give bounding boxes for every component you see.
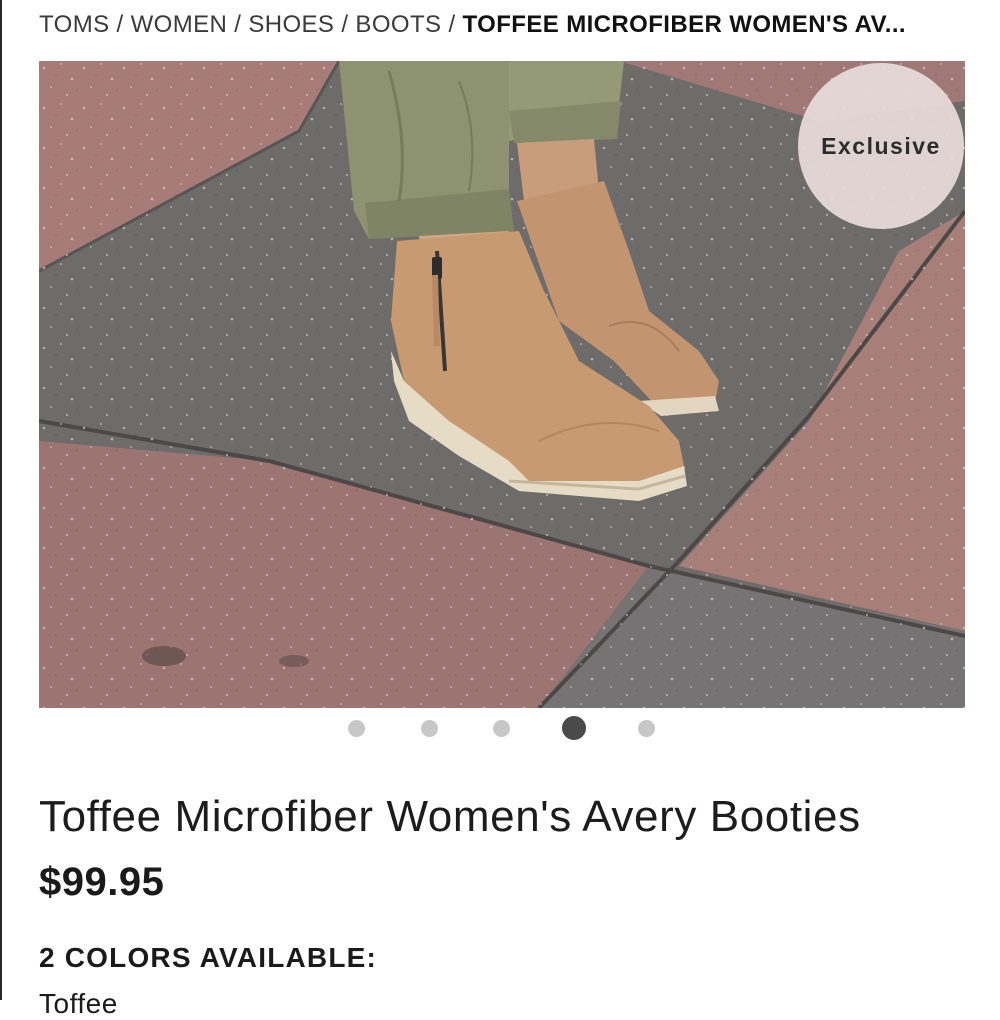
carousel-dot-1[interactable] [348, 720, 365, 737]
breadcrumb-separator: / [116, 11, 124, 38]
exclusive-badge: Exclusive [798, 63, 964, 229]
product-price: $99.95 [39, 860, 165, 904]
breadcrumb-separator: / [234, 11, 242, 38]
selected-color-name: Toffee [39, 988, 118, 1019]
carousel-pagination [2, 714, 1000, 742]
breadcrumb-link-shoes[interactable]: SHOES [248, 11, 334, 38]
breadcrumb-separator: / [448, 11, 456, 38]
breadcrumb-link-boots[interactable]: BOOTS [355, 11, 441, 38]
carousel-dot-5[interactable] [638, 720, 655, 737]
breadcrumb-separator: / [341, 11, 349, 38]
breadcrumb: TOMS / WOMEN / SHOES / BOOTS / TOFFEE MICROFIBER… [39, 10, 969, 40]
breadcrumb-current: TOFFEE MICROFIBER WOMEN'S AV... [462, 11, 906, 38]
carousel-dot-3[interactable] [493, 720, 510, 737]
breadcrumb-link-women[interactable]: WOMEN [131, 11, 228, 38]
product-title: Toffee Microfiber Women's Avery Booties [39, 792, 861, 841]
carousel-dot-2[interactable] [421, 720, 438, 737]
colors-available-label: 2 COLORS AVAILABLE: [39, 942, 378, 973]
breadcrumb-link-toms[interactable]: TOMS [39, 11, 110, 38]
carousel-dot-4-active[interactable] [562, 716, 586, 740]
